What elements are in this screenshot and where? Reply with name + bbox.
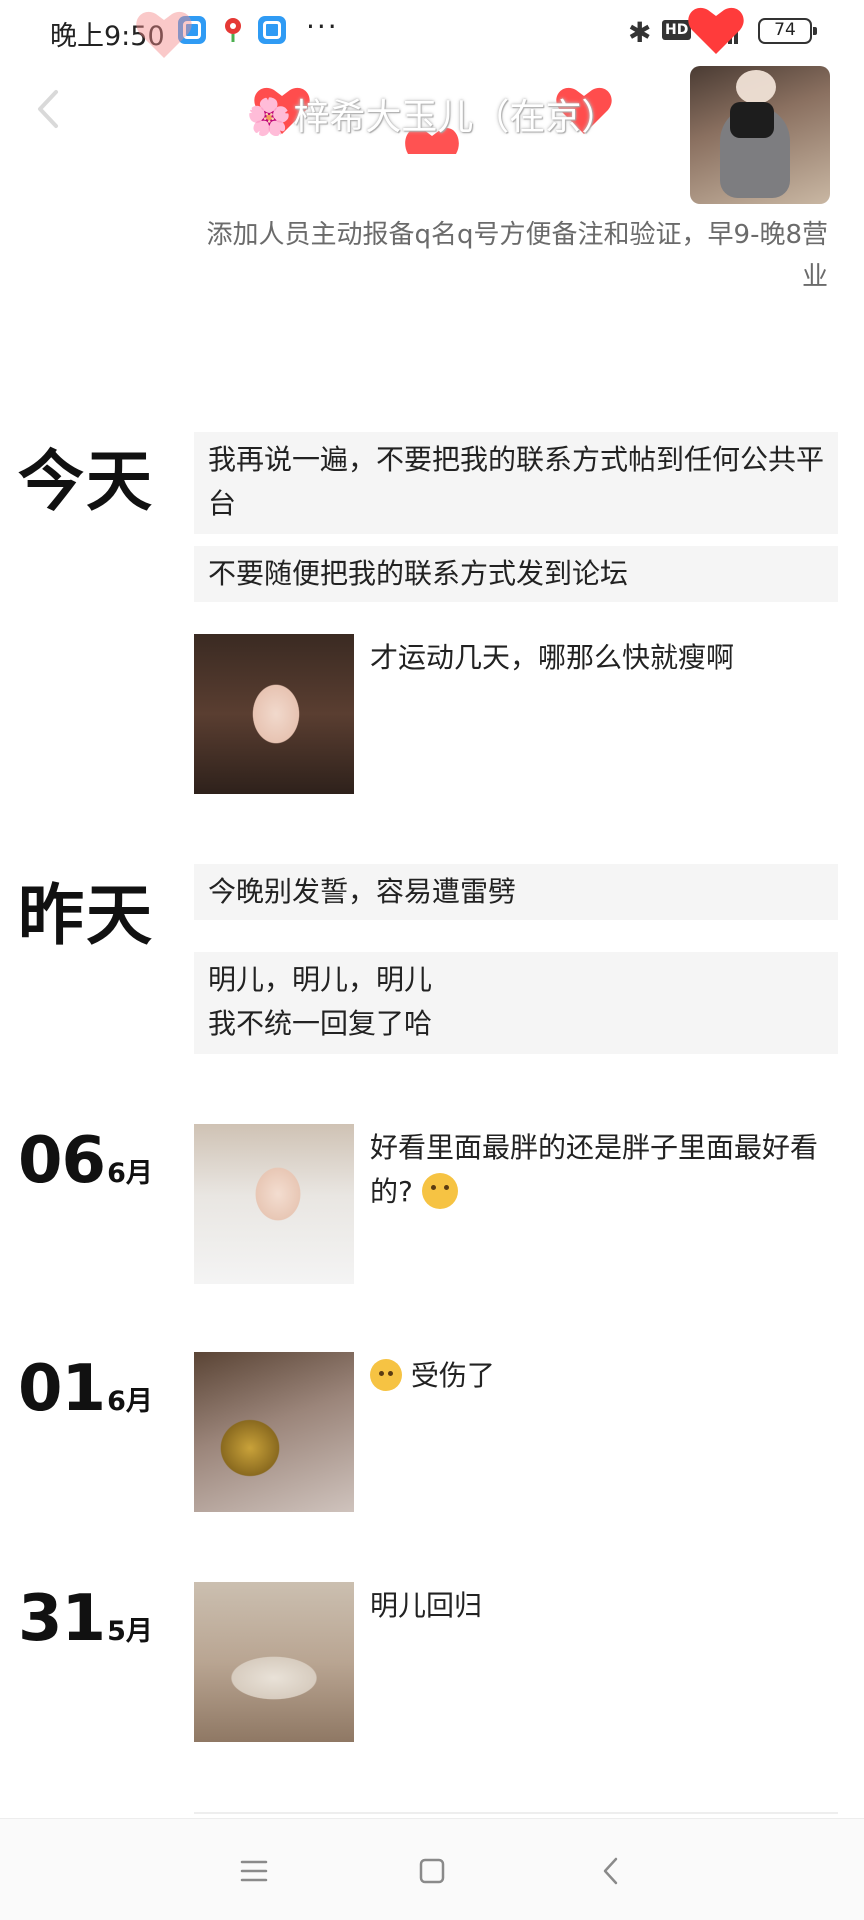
text-post-card[interactable]: 明儿，明儿，明儿 我不统一回复了哈 <box>194 952 838 1054</box>
text-post-card[interactable]: 今晚别发誓，容易遭雷劈 <box>194 864 838 920</box>
pixel-heart-icon <box>136 11 192 58</box>
menu-icon[interactable] <box>232 1849 276 1893</box>
post-photo[interactable] <box>194 1582 354 1742</box>
date-day: 06 <box>18 1124 106 1198</box>
post-line: 明儿，明儿，明儿 <box>208 963 433 996</box>
home-square-icon[interactable] <box>410 1849 454 1893</box>
location-pin-icon <box>225 18 241 42</box>
thinking-face-emoji-icon <box>421 1173 458 1209</box>
profile-name-text: 梓希大玉儿（在京） <box>293 97 618 138</box>
profile-avatar[interactable] <box>690 66 830 204</box>
post-caption[interactable]: 好看里面最胖的还是胖子里面最好看的? <box>370 1126 838 1214</box>
text-post-card[interactable]: 我再说一遍，不要把我的联系方式帖到任何公共平台 <box>194 432 838 534</box>
hd-icon: HD <box>662 20 692 40</box>
post-caption[interactable]: 受伤了 <box>370 1354 838 1398</box>
date-label: 066月 <box>18 1124 153 1198</box>
divider <box>194 1812 838 1814</box>
date-label: 016月 <box>18 1352 153 1426</box>
text-post-card[interactable]: 不要随便把我的联系方式发到论坛 <box>194 546 838 602</box>
pixel-heart-icon <box>688 7 744 54</box>
date-month: 6月 <box>107 1158 153 1189</box>
post-caption[interactable]: 明儿回归 <box>370 1584 838 1628</box>
battery-indicator: 74 <box>758 18 817 44</box>
date-day: 31 <box>18 1582 106 1656</box>
date-label-today: 今天 <box>18 443 154 520</box>
back-chevron-icon[interactable] <box>590 1849 634 1893</box>
app-notification-icon <box>258 16 286 44</box>
post-caption-text: 受伤了 <box>410 1359 495 1392</box>
post-caption[interactable]: 才运动几天，哪那么快就瘦啊 <box>370 636 838 680</box>
date-day: 01 <box>18 1352 106 1426</box>
post-photo[interactable] <box>194 634 354 794</box>
date-label-yesterday: 昨天 <box>18 877 154 954</box>
post-photo[interactable] <box>194 1352 354 1512</box>
date-label: 315月 <box>18 1582 153 1656</box>
more-notifications-icon: ··· <box>306 10 339 43</box>
bluetooth-icon: ✱ <box>628 16 652 49</box>
head-bandage-emoji-icon <box>370 1359 402 1391</box>
flower-emoji: 🌸 <box>246 97 292 138</box>
date-month: 5月 <box>107 1616 153 1647</box>
profile-signature: 添加人员主动报备q名q号方便备注和验证，早9-晚8营业 <box>206 220 828 292</box>
system-nav-bar <box>0 1818 864 1920</box>
post-line: 我不统一回复了哈 <box>208 1007 433 1040</box>
date-month: 6月 <box>107 1386 153 1417</box>
post-photo[interactable] <box>194 1124 354 1284</box>
